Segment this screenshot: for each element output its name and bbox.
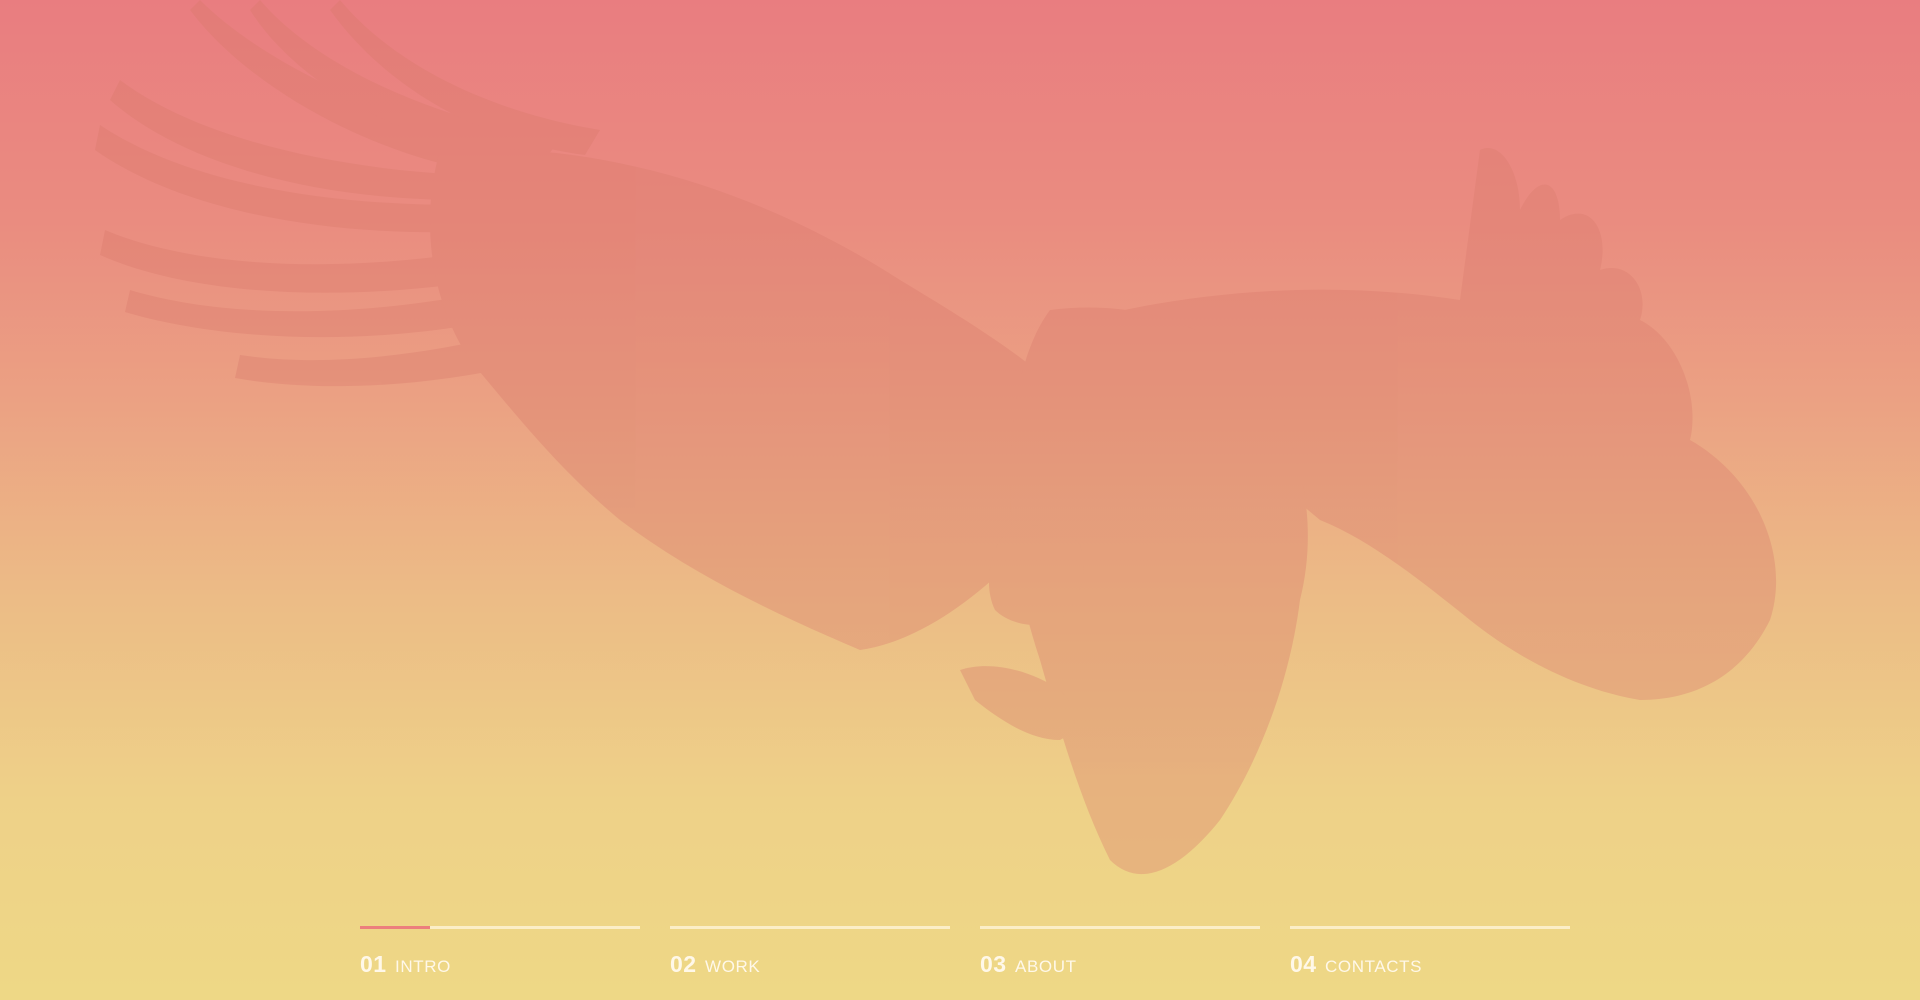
nav-text: WORK [705,957,761,976]
progress-track [670,926,950,929]
progress-track [1290,926,1570,929]
nav-number: 02 [670,951,697,977]
eagle-icon [95,0,1777,875]
nav-item-intro[interactable]: 01 INTRO [360,926,640,986]
nav-text: CONTACTS [1325,957,1423,976]
nav-item-work[interactable]: 02 WORK [670,926,950,986]
section-navigation: 01 INTRO 02 WORK 03 ABOUT 04 CONTACTS [360,926,1570,986]
nav-label: 03 ABOUT [980,951,1077,978]
nav-item-contacts[interactable]: 04 CONTACTS [1290,926,1570,986]
hero-section: 01 INTRO 02 WORK 03 ABOUT 04 CONTACTS [0,0,1920,1000]
nav-label: 02 WORK [670,951,760,978]
nav-number: 04 [1290,951,1317,977]
nav-text: ABOUT [1015,957,1077,976]
progress-track [980,926,1260,929]
progress-fill [360,926,430,929]
nav-label: 04 CONTACTS [1290,951,1422,978]
nav-label: 01 INTRO [360,951,451,978]
nav-text: INTRO [395,957,451,976]
nav-item-about[interactable]: 03 ABOUT [980,926,1260,986]
progress-track [360,926,640,929]
nav-number: 03 [980,951,1007,977]
nav-number: 01 [360,951,387,977]
